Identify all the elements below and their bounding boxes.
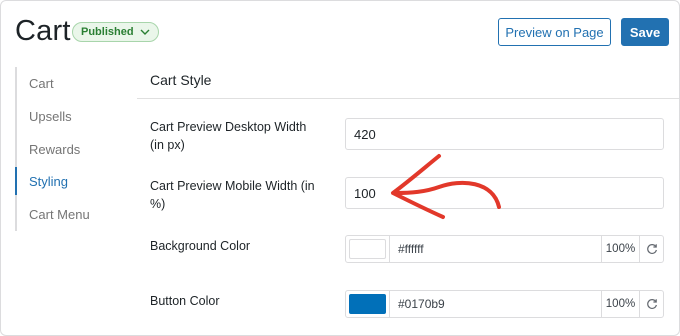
- save-button[interactable]: Save: [621, 18, 669, 46]
- button-color-swatch: [349, 294, 386, 314]
- chevron-down-icon: [140, 29, 150, 35]
- sidebar-item-upsells[interactable]: Upsells: [17, 104, 117, 128]
- background-color-picker[interactable]: #ffffff 100%: [345, 235, 664, 263]
- background-color-hex-input[interactable]: #ffffff: [390, 236, 601, 262]
- page-title: Cart: [15, 15, 71, 47]
- section-title: Cart Style: [150, 72, 212, 88]
- button-color-opacity[interactable]: 100%: [601, 291, 639, 317]
- desktop-width-label: Cart Preview Desktop Width (in px): [150, 120, 307, 152]
- desktop-width-input[interactable]: 420: [345, 118, 664, 150]
- sidebar-item-cart[interactable]: Cart: [17, 71, 117, 95]
- button-color-picker[interactable]: #0170b9 100%: [345, 290, 664, 318]
- button-color-hex-input[interactable]: #0170b9: [390, 291, 601, 317]
- background-color-swatch-button[interactable]: [346, 236, 390, 262]
- status-badge-label: Published: [81, 26, 134, 38]
- background-color-label: Background Color: [150, 239, 251, 253]
- sidebar-item-cart-menu[interactable]: Cart Menu: [17, 202, 117, 226]
- background-color-swatch: [349, 239, 386, 259]
- section-divider: [137, 98, 679, 99]
- button-color-label: Button Color: [150, 294, 220, 308]
- reset-icon: [646, 244, 657, 254]
- button-color-swatch-button[interactable]: [346, 291, 390, 317]
- settings-sidebar: Cart Upsells Rewards Styling Cart Menu: [15, 67, 115, 231]
- cart-settings-panel: Cart Published Preview on Page Save Cart…: [0, 0, 680, 336]
- preview-on-page-button[interactable]: Preview on Page: [498, 18, 611, 46]
- mobile-width-input[interactable]: 100: [345, 177, 664, 209]
- mobile-width-label: Cart Preview Mobile Width (in %): [150, 179, 315, 211]
- background-color-opacity[interactable]: 100%: [601, 236, 639, 262]
- sidebar-item-styling[interactable]: Styling: [17, 169, 117, 193]
- button-color-reset-button[interactable]: [639, 291, 663, 317]
- reset-icon: [646, 299, 657, 309]
- background-color-reset-button[interactable]: [639, 236, 663, 262]
- sidebar-item-rewards[interactable]: Rewards: [17, 137, 117, 161]
- status-dropdown[interactable]: Published: [72, 22, 159, 42]
